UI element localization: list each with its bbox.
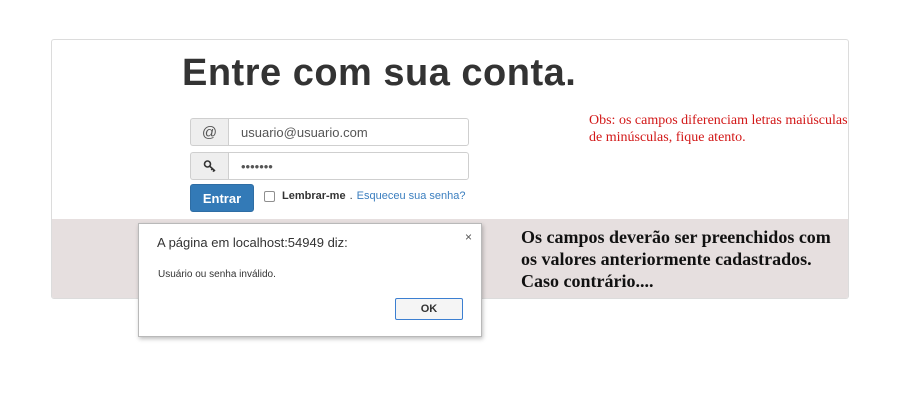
remember-checkbox[interactable] — [264, 190, 275, 202]
forgot-password-link[interactable]: Esqueceu sua senha? — [357, 190, 466, 202]
email-field[interactable] — [228, 118, 469, 146]
side-note: Os campos deverão ser preenchidos com os… — [521, 227, 831, 291]
password-field[interactable] — [228, 152, 469, 180]
obs-note: Obs: os campos diferenciam letras maiúsc… — [589, 113, 848, 145]
remember-row: Lembrar-me . Esqueceu sua senha? — [264, 190, 466, 202]
ok-button[interactable]: OK — [395, 298, 463, 320]
alert-dialog: A página em localhost:54949 diz: × Usuár… — [138, 223, 482, 337]
password-input-group — [190, 152, 469, 180]
submit-button[interactable]: Entrar — [190, 184, 254, 212]
page-title: Entre com sua conta. — [182, 52, 577, 94]
separator-text: . — [349, 190, 353, 202]
dialog-title: A página em localhost:54949 diz: — [157, 235, 348, 250]
key-icon — [190, 152, 228, 180]
close-icon[interactable]: × — [465, 230, 472, 244]
dialog-message: Usuário ou senha inválido. — [158, 269, 276, 280]
email-input-group: @ — [190, 118, 469, 146]
at-icon: @ — [190, 118, 228, 146]
remember-label: Lembrar-me — [282, 190, 346, 202]
